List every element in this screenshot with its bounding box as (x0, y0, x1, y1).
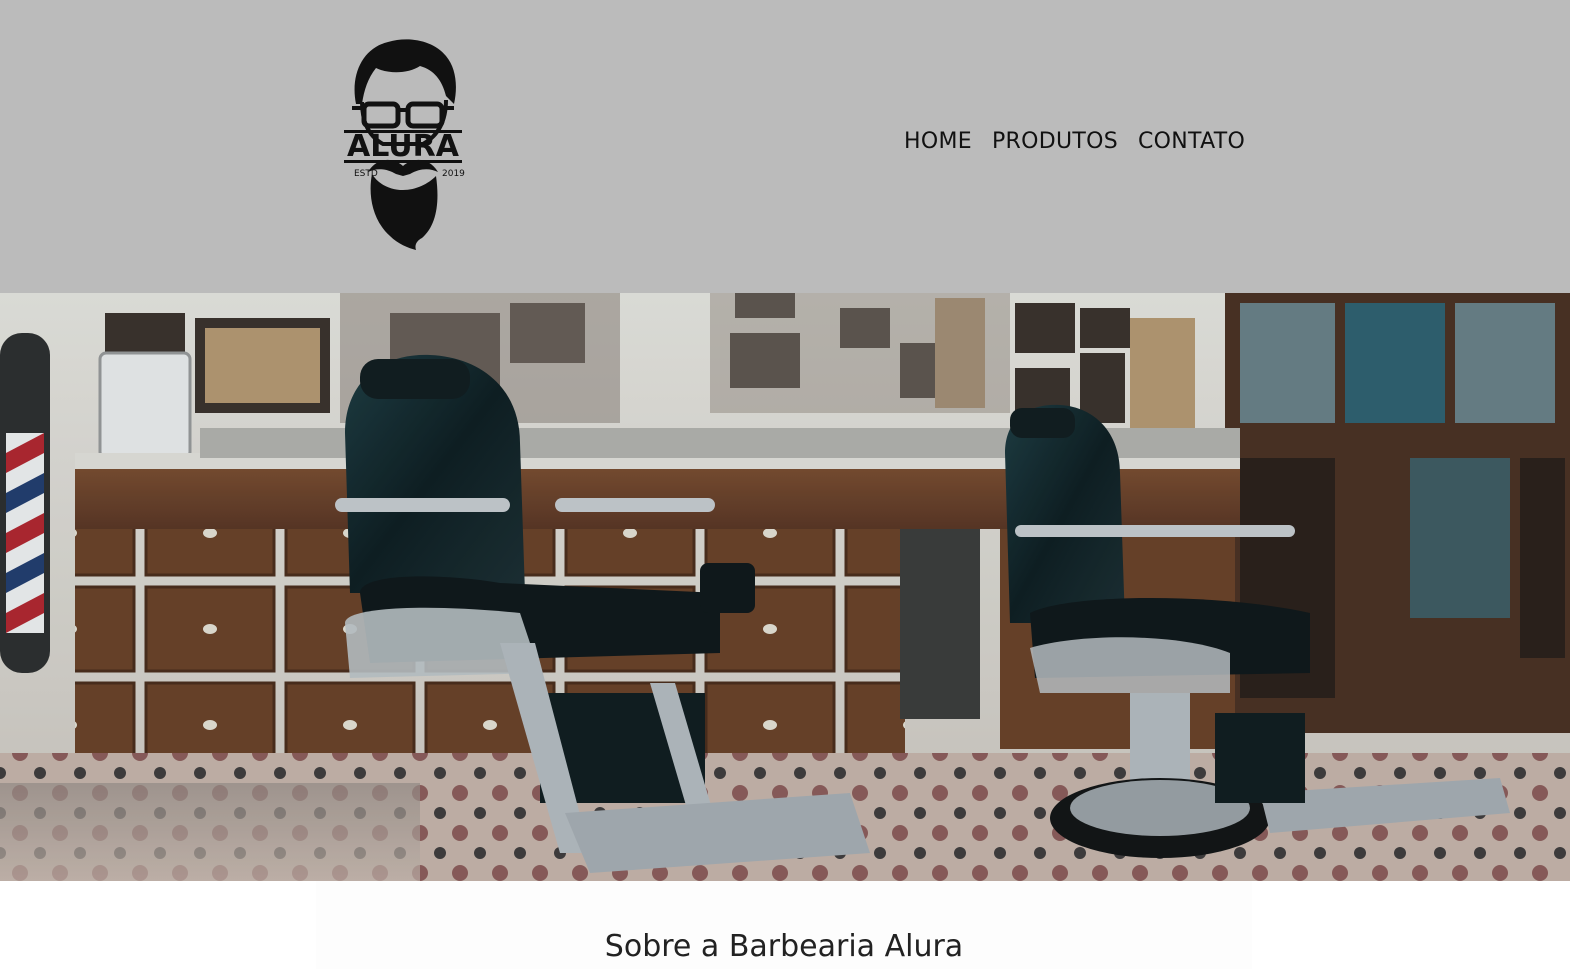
alura-logo[interactable]: ALURA ESTD 2019 (338, 34, 468, 254)
main-nav: HOME PRODUTOS CONTATO (904, 124, 1245, 158)
logo-year: 2019 (442, 169, 465, 179)
about-title: Sobre a Barbearia Alura (604, 929, 964, 964)
nav-home[interactable]: HOME (904, 129, 972, 154)
barbershop-photo (0, 293, 1570, 881)
hero-banner-image (0, 293, 1570, 881)
site-header: ALURA ESTD 2019 HOME PRODUTOS CONTATO (0, 0, 1570, 293)
hair (354, 39, 456, 104)
nav-produtos[interactable]: PRODUTOS (992, 129, 1118, 154)
beard (370, 174, 438, 250)
nav-contato[interactable]: CONTATO (1138, 129, 1245, 154)
about-section: Sobre a Barbearia Alura (316, 881, 1252, 969)
logo-wordmark: ALURA (347, 129, 460, 164)
